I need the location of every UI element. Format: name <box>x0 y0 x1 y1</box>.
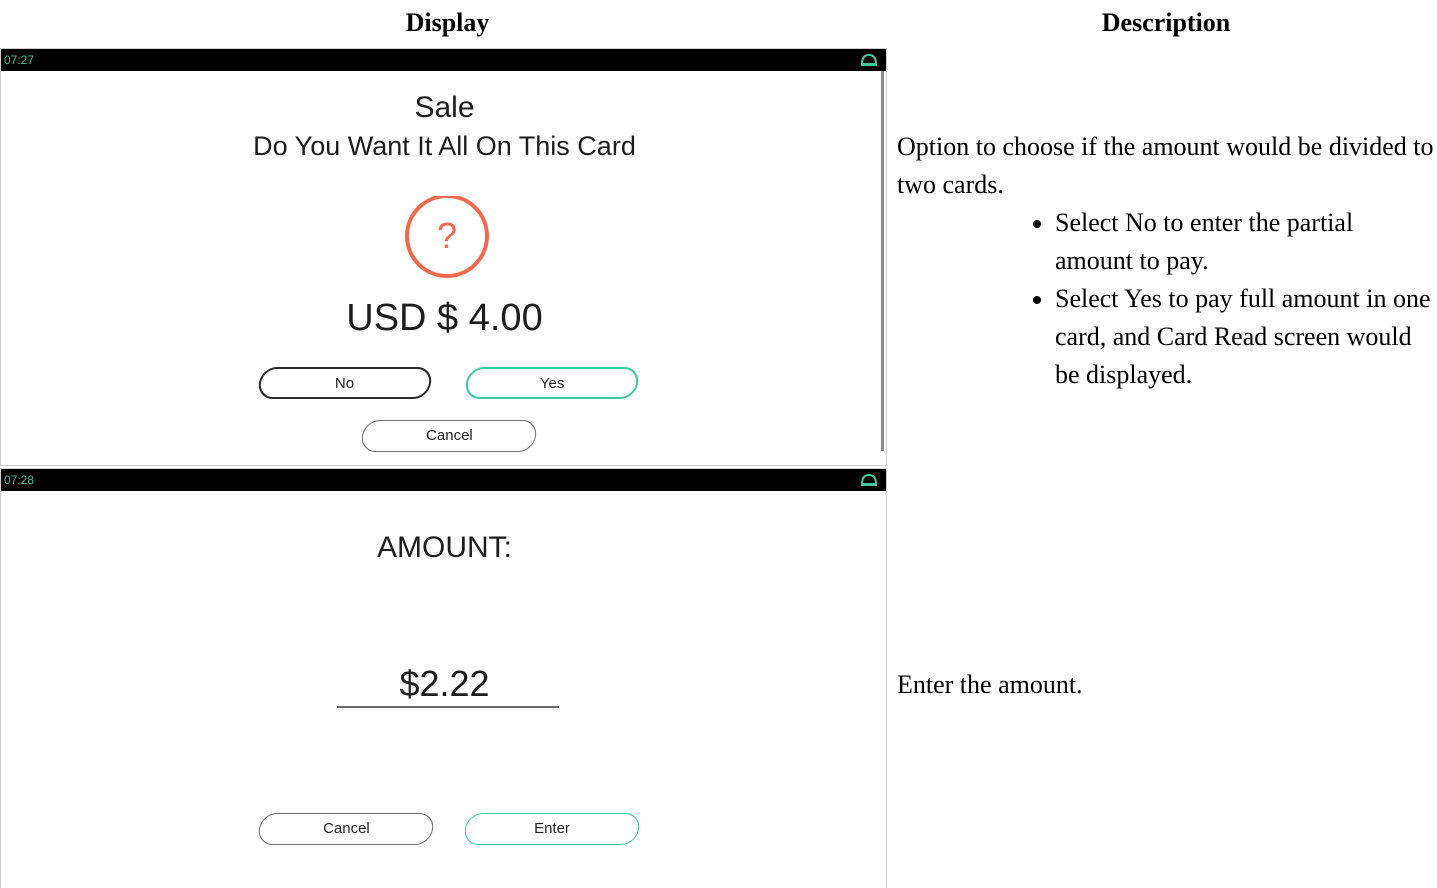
amount-entry-screen: 07:28 AMOUNT: $2.22 Cancel Enter <box>0 468 887 888</box>
cancel-button[interactable]: Cancel <box>256 813 436 845</box>
description-intro: Option to choose if the amount would be … <box>897 132 1434 199</box>
question-icon: ? <box>405 196 489 278</box>
no-button-label: No <box>335 375 355 392</box>
yes-button[interactable]: Yes <box>463 367 641 399</box>
screen-title: Sale <box>414 91 475 124</box>
cancel-button-label: Cancel <box>322 820 370 837</box>
connection-icon <box>860 53 878 66</box>
description-enter-amount: Enter the amount. <box>897 670 1083 699</box>
amount-input[interactable]: $2.22 <box>1 663 886 705</box>
connection-icon <box>860 473 878 486</box>
description-split-card: Option to choose if the amount would be … <box>897 128 1437 394</box>
no-button[interactable]: No <box>256 367 434 399</box>
description-bullets: Select No to enter the partial amount to… <box>897 204 1437 394</box>
amount-label: AMOUNT: <box>377 531 512 564</box>
status-bar: 07:27 <box>1 49 886 71</box>
enter-button[interactable]: Enter <box>462 813 642 845</box>
question-mark: ? <box>437 215 457 256</box>
status-time: 07:27 <box>4 53 35 67</box>
status-bar: 07:28 <box>1 469 886 491</box>
enter-button-label: Enter <box>534 820 570 837</box>
sale-split-card-screen: 07:27 Sale Do You Want It All On This Ca… <box>0 48 887 466</box>
cancel-button[interactable]: Cancel <box>359 420 539 452</box>
yes-button-label: Yes <box>539 375 565 392</box>
sale-amount: USD $ 4.00 <box>346 297 543 339</box>
bullet-yes: Select Yes to pay full amount in one car… <box>1055 280 1437 394</box>
status-time: 07:28 <box>4 473 35 487</box>
amount-underline <box>337 706 559 708</box>
cancel-button-label: Cancel <box>425 427 473 444</box>
screen-subtitle: Do You Want It All On This Card <box>253 131 636 161</box>
description-column-header: Description <box>1101 8 1231 37</box>
display-column-header: Display <box>405 8 490 37</box>
bullet-no: Select No to enter the partial amount to… <box>1055 204 1437 280</box>
scrollbar[interactable] <box>881 71 884 451</box>
